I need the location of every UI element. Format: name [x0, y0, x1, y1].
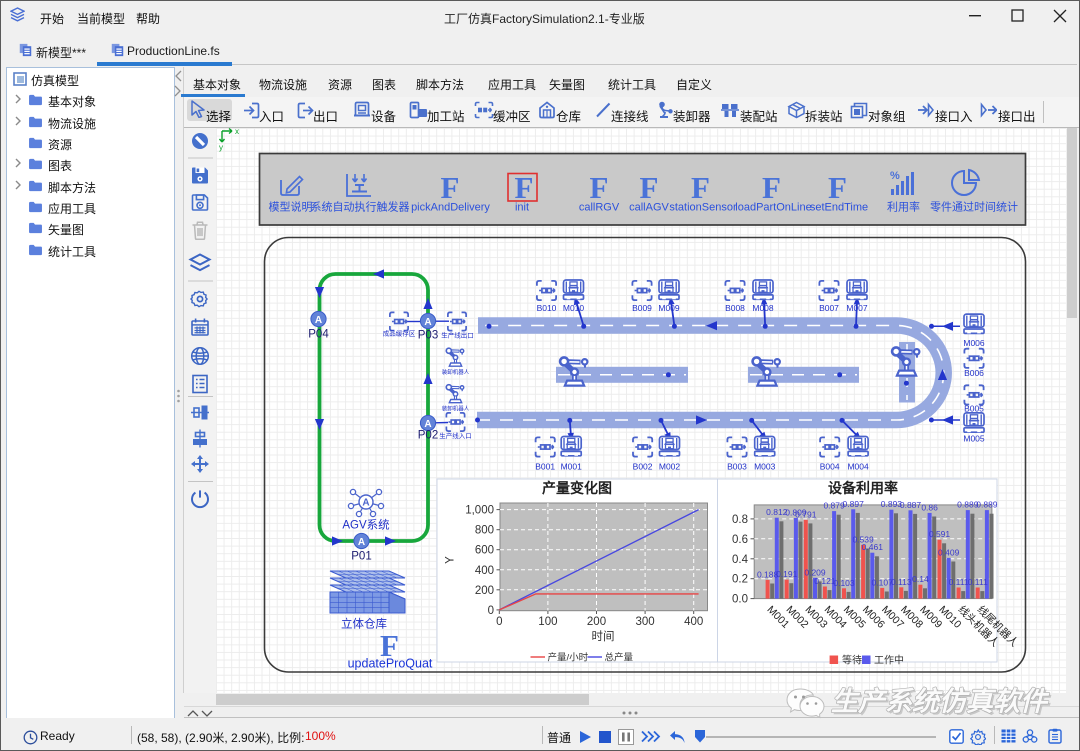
svg-text:loadPartOnLine: loadPartOnLine	[735, 202, 811, 214]
svg-text:setEndTime: setEndTime	[810, 202, 868, 214]
svg-text:B005: B005	[964, 404, 984, 414]
svg-text:800: 800	[475, 525, 494, 537]
svg-text:M007: M007	[846, 303, 868, 313]
svg-text:B009: B009	[632, 303, 652, 313]
svg-text:Y: Y	[445, 556, 457, 564]
svg-text:100: 100	[538, 616, 557, 628]
svg-text:0.889: 0.889	[976, 500, 998, 510]
svg-text:200: 200	[475, 585, 494, 597]
svg-text:0.591: 0.591	[929, 529, 951, 539]
svg-text:P04: P04	[308, 329, 329, 341]
svg-text:0.409: 0.409	[938, 547, 960, 557]
svg-text:%: %	[890, 170, 900, 182]
svg-text:装卸机器人: 装卸机器人	[442, 368, 470, 376]
svg-text:callAGV: callAGV	[629, 202, 669, 214]
svg-text:工作中: 工作中	[874, 654, 904, 667]
svg-text:0.0: 0.0	[732, 594, 748, 606]
svg-text:0.2: 0.2	[732, 574, 748, 586]
svg-text:0: 0	[496, 616, 502, 628]
svg-text:0.111: 0.111	[949, 577, 969, 587]
svg-text:M006: M006	[963, 338, 985, 348]
svg-text:P02: P02	[418, 430, 438, 442]
svg-text:400: 400	[684, 616, 703, 628]
svg-text:0.86: 0.86	[921, 502, 938, 512]
svg-text:1,000: 1,000	[465, 505, 494, 517]
svg-text:300: 300	[636, 616, 655, 628]
svg-text:M002: M002	[659, 462, 681, 472]
svg-text:x: x	[235, 128, 239, 136]
svg-text:stationSensor: stationSensor	[669, 202, 737, 214]
svg-text:M001: M001	[561, 462, 583, 472]
svg-text:F: F	[441, 170, 460, 205]
svg-text:M003: M003	[754, 462, 776, 472]
svg-text:B006: B006	[964, 368, 984, 378]
svg-text:init: init	[515, 202, 529, 214]
svg-text:P01: P01	[351, 551, 371, 563]
svg-text:0.107: 0.107	[872, 577, 894, 587]
svg-text:B010: B010	[537, 303, 557, 313]
svg-text:B008: B008	[725, 303, 745, 313]
svg-text:产量/小时: 产量/小时	[548, 652, 589, 664]
svg-text:B007: B007	[819, 303, 839, 313]
svg-text:A: A	[362, 498, 369, 509]
svg-text:M009: M009	[658, 303, 680, 313]
svg-text:生产系统仿真软件: 生产系统仿真软件	[831, 687, 1050, 717]
svg-text:总产量: 总产量	[605, 652, 634, 664]
svg-text:F: F	[590, 170, 609, 205]
svg-text:F: F	[515, 170, 534, 205]
svg-text:生产线出口: 生产线出口	[441, 331, 474, 340]
svg-text:M008: M008	[752, 303, 774, 313]
svg-text:400: 400	[475, 565, 494, 577]
svg-text:利用率: 利用率	[887, 200, 920, 214]
svg-text:成品缓存区: 成品缓存区	[383, 329, 416, 338]
svg-text:生产线入口: 生产线入口	[439, 431, 472, 440]
svg-text:F: F	[762, 170, 781, 205]
svg-text:设备利用率: 设备利用率	[828, 480, 898, 496]
svg-text:0.6: 0.6	[732, 534, 748, 546]
svg-text:M010: M010	[563, 303, 585, 313]
svg-text:0.191: 0.191	[776, 569, 798, 579]
svg-text:0.8: 0.8	[732, 514, 748, 526]
svg-text:零件通过时间统计: 零件通过时间统计	[930, 201, 1018, 214]
svg-text:时间: 时间	[592, 630, 615, 643]
svg-text:0: 0	[488, 605, 494, 617]
svg-text:callRGV: callRGV	[579, 202, 620, 214]
svg-text:0.103: 0.103	[833, 578, 855, 588]
svg-text:y: y	[219, 143, 223, 152]
svg-text:装卸机器人: 装卸机器人	[442, 405, 470, 413]
svg-text:等待: 等待	[842, 654, 862, 667]
svg-text:B003: B003	[727, 462, 747, 472]
svg-text:0.4: 0.4	[732, 554, 749, 566]
svg-text:P03: P03	[418, 330, 438, 342]
svg-text:0.111: 0.111	[968, 577, 988, 587]
svg-text:模型说明: 模型说明	[269, 200, 313, 214]
svg-text:AGV系统: AGV系统	[342, 519, 390, 532]
svg-text:F: F	[828, 170, 847, 205]
svg-text:F: F	[640, 170, 659, 205]
svg-text:pickAndDelivery: pickAndDelivery	[411, 202, 490, 214]
svg-text:M004: M004	[847, 462, 869, 472]
svg-text:0.897: 0.897	[843, 499, 865, 509]
svg-text:200: 200	[587, 616, 606, 628]
svg-text:0.113: 0.113	[891, 577, 912, 587]
svg-text:0.14: 0.14	[912, 574, 929, 584]
svg-text:B001: B001	[535, 462, 555, 472]
svg-text:M005: M005	[963, 434, 985, 444]
svg-text:产量变化图: 产量变化图	[542, 480, 612, 496]
svg-text:0.461: 0.461	[862, 542, 884, 552]
svg-text:0.887: 0.887	[900, 500, 922, 510]
svg-text:系统自动执行触发器: 系统自动执行触发器	[311, 200, 410, 214]
svg-text:B004: B004	[820, 462, 840, 472]
svg-text:600: 600	[475, 545, 494, 557]
svg-text:B002: B002	[633, 462, 653, 472]
svg-text:0.791: 0.791	[795, 509, 817, 519]
svg-text:updateProQuat: updateProQuat	[348, 657, 433, 671]
svg-text:F: F	[691, 170, 710, 205]
